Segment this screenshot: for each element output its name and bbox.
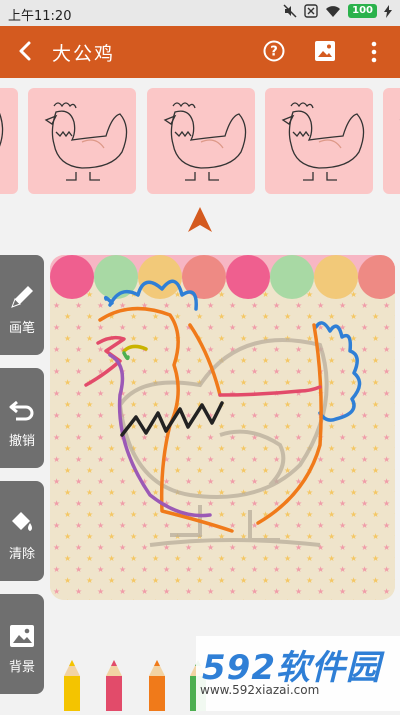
help-icon[interactable]: ? [263,40,285,62]
template-thumbnail[interactable] [0,88,18,194]
drawing-canvas[interactable]: ★ ★ [50,255,395,600]
gallery-icon[interactable] [314,40,336,62]
rooster-outline-icon [399,119,400,121]
brush-tool-button[interactable]: 画笔 [0,255,44,355]
battery-icon: 100 [348,4,377,18]
bolt-icon [384,4,392,18]
template-thumbnail[interactable] [265,88,373,194]
clear-button[interactable]: 清除 [0,481,44,581]
page-title: 大公鸡 [52,43,116,65]
tool-label: 撤销 [8,434,35,449]
pencil-icon [11,286,33,308]
selected-indicator-icon [188,207,212,232]
template-strip[interactable] [0,78,400,200]
wifi-icon [326,5,341,17]
template-thumbnail[interactable] [28,88,136,194]
svg-text:?: ? [270,45,278,60]
watermark-url: www.592xiazai.com [200,683,320,697]
close-box-icon [304,4,318,18]
rooster-outline-icon [281,102,365,181]
pencil-yellow[interactable] [64,660,80,711]
watermark: 592软件园 www.592xiazai.com [196,636,400,711]
app-bar: 大公鸡 ? [0,26,400,78]
undo-icon [9,400,34,421]
image-icon [10,625,34,647]
rooster-outline-icon [0,112,4,147]
tool-label: 清除 [8,547,35,562]
bucket-icon [12,512,32,531]
status-icons: 100 [283,4,392,18]
more-icon[interactable] [366,40,382,64]
tool-label: 画笔 [8,321,35,336]
pencil-orange[interactable] [149,660,165,711]
rooster-outline-icon [44,102,128,181]
undo-button[interactable]: 撤销 [0,368,44,468]
template-thumbnail[interactable] [383,88,400,194]
pencil-pink[interactable] [106,660,122,711]
watermark-brand: 592软件园 [202,648,381,688]
status-time: 上午11:20 [8,9,72,24]
rooster-outline-icon [163,102,247,181]
template-thumbnail[interactable] [147,88,255,194]
mute-icon [283,4,297,18]
status-bar: 上午11:20 100 [0,0,400,26]
back-arrow-icon[interactable] [12,36,40,66]
canvas-artwork: ★ ★ [50,255,395,600]
